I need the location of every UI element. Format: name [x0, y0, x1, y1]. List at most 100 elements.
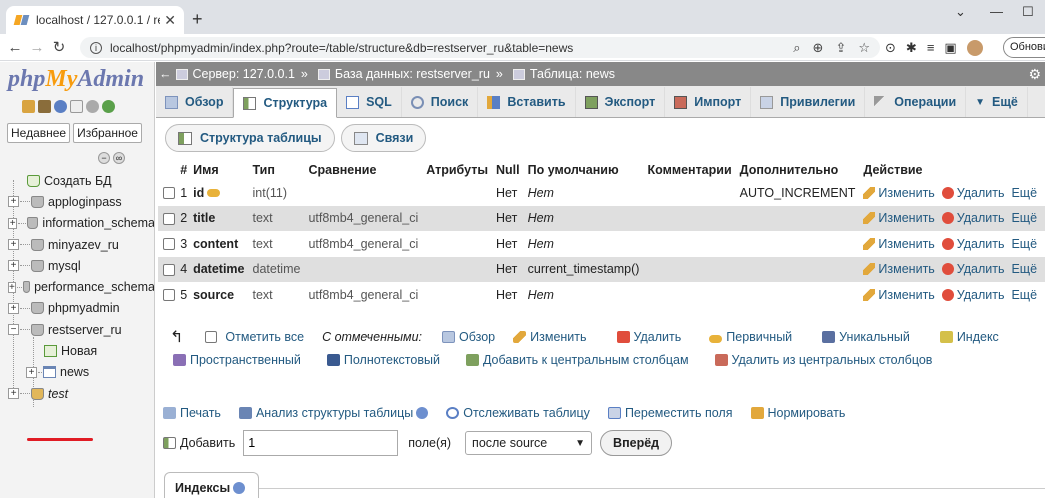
- tree-item-database[interactable]: + test: [0, 383, 154, 404]
- delete-action[interactable]: Удалить: [941, 288, 1005, 302]
- more-action[interactable]: Ещё: [1011, 186, 1037, 200]
- tab-import[interactable]: Импорт: [665, 87, 752, 117]
- add-columns-count-input[interactable]: [243, 430, 399, 456]
- column-position-select[interactable]: после source ▼: [465, 431, 593, 455]
- expand-icon[interactable]: +: [8, 302, 19, 314]
- tree-item-database[interactable]: + information_schema: [0, 213, 154, 234]
- help-icon[interactable]: [54, 100, 67, 113]
- tree-item-database[interactable]: + performance_schema: [0, 276, 154, 297]
- settings-gear-icon[interactable]: ⚙: [1028, 66, 1041, 83]
- collapse-arrow-icon[interactable]: ←: [159, 67, 172, 81]
- expand-icon[interactable]: +: [8, 217, 18, 229]
- exit-icon[interactable]: [38, 100, 51, 113]
- help-icon[interactable]: [233, 482, 246, 494]
- url-field[interactable]: i localhost/phpmyadmin/index.php?route=/…: [80, 37, 880, 58]
- edit-action[interactable]: Изменить: [863, 237, 935, 251]
- print-link[interactable]: Печать: [163, 406, 221, 420]
- tab-insert[interactable]: Вставить: [478, 87, 576, 117]
- recent-tab[interactable]: Недавнее: [7, 123, 71, 143]
- tab-more[interactable]: ▼ Ещё: [966, 87, 1028, 117]
- tree-item-database[interactable]: + mysql: [0, 255, 154, 276]
- zoom-icon[interactable]: ⊕: [813, 40, 824, 56]
- back-arrow-icon[interactable]: ←: [4, 39, 26, 56]
- tab-browse[interactable]: Обзор: [156, 87, 234, 117]
- sidepanel-icon[interactable]: ▣: [944, 40, 956, 56]
- collapse-icon[interactable]: −: [8, 324, 19, 336]
- tab-search[interactable]: Поиск: [402, 87, 479, 117]
- media-icon[interactable]: ≡: [927, 40, 935, 56]
- tab-operations[interactable]: Операции: [865, 87, 967, 117]
- bulk-browse-button[interactable]: Обзор: [442, 330, 495, 344]
- check-all-label[interactable]: Отметить все: [225, 330, 304, 344]
- expand-icon[interactable]: +: [8, 388, 19, 400]
- row-checkbox[interactable]: [163, 212, 176, 225]
- tree-item-database[interactable]: + minyazev_ru: [0, 234, 154, 255]
- edit-action[interactable]: Изменить: [863, 211, 935, 225]
- maximize-button[interactable]: ☐: [1022, 4, 1034, 20]
- row-checkbox[interactable]: [163, 263, 176, 276]
- delete-action[interactable]: Удалить: [941, 186, 1005, 200]
- tree-item-create-db[interactable]: Создать БД: [0, 170, 154, 191]
- close-tab-icon[interactable]: ✕: [164, 12, 176, 29]
- breadcrumb-server[interactable]: Сервер: 127.0.0.1: [193, 67, 295, 81]
- bulk-delete-button[interactable]: Удалить: [616, 330, 681, 344]
- row-checkbox[interactable]: [163, 238, 176, 251]
- extension-icon[interactable]: ⊙: [885, 40, 896, 56]
- help-icon[interactable]: [416, 407, 429, 419]
- update-button[interactable]: Обновить: [1003, 37, 1045, 58]
- bulk-spatial-button[interactable]: Пространственный: [173, 353, 301, 367]
- bulk-add-central-button[interactable]: Добавить к центральным столбцам: [465, 353, 689, 367]
- tab-privileges[interactable]: Привилегии: [751, 87, 866, 117]
- profile-avatar[interactable]: [966, 40, 983, 56]
- bulk-index-button[interactable]: Индекс: [939, 330, 999, 344]
- expand-icon[interactable]: +: [8, 281, 16, 293]
- favorites-tab[interactable]: Избранное: [73, 123, 142, 143]
- more-action[interactable]: Ещё: [1011, 262, 1037, 276]
- tab-export[interactable]: Экспорт: [576, 87, 666, 117]
- home-icon[interactable]: [22, 100, 35, 113]
- settings-gear-icon[interactable]: [86, 100, 99, 113]
- reload-icon[interactable]: ↻: [48, 38, 70, 56]
- expand-icon[interactable]: +: [26, 366, 37, 378]
- track-table-link[interactable]: Отслеживать таблицу: [446, 406, 590, 420]
- delete-action[interactable]: Удалить: [941, 211, 1005, 225]
- tab-structure[interactable]: Структура: [233, 88, 338, 118]
- more-action[interactable]: Ещё: [1011, 237, 1037, 251]
- tree-item-database[interactable]: + phpmyadmin: [0, 298, 154, 319]
- tree-item-database[interactable]: + apploginpass: [0, 191, 154, 212]
- normalize-link[interactable]: Нормировать: [750, 406, 845, 420]
- expand-icon[interactable]: +: [8, 260, 19, 272]
- tree-item-table-news[interactable]: + news: [0, 362, 154, 383]
- new-tab-button[interactable]: +: [192, 9, 203, 30]
- delete-action[interactable]: Удалить: [941, 237, 1005, 251]
- edit-action[interactable]: Изменить: [863, 186, 935, 200]
- forward-arrow-icon[interactable]: →: [26, 39, 48, 56]
- bulk-edit-button[interactable]: Изменить: [513, 330, 587, 344]
- docs-icon[interactable]: [70, 100, 83, 113]
- phpmyadmin-logo[interactable]: phpMyAdmin: [8, 66, 144, 93]
- breadcrumb-database[interactable]: База данных: restserver_ru: [335, 67, 490, 81]
- tab-table-structure[interactable]: Структура таблицы: [165, 124, 335, 152]
- bulk-primary-button[interactable]: Первичный: [709, 330, 792, 344]
- tab-search-chevron-icon[interactable]: ⌄: [955, 4, 966, 20]
- analyze-structure-link[interactable]: Анализ структуры таблицы: [238, 406, 429, 420]
- delete-action[interactable]: Удалить: [941, 262, 1005, 276]
- link-with-main-icon[interactable]: ∞: [113, 152, 125, 164]
- tab-sql[interactable]: SQL: [337, 87, 402, 117]
- collapse-all-icon[interactable]: −: [98, 152, 110, 164]
- tab-relation-view[interactable]: Связи: [340, 124, 427, 152]
- bookmark-star-icon[interactable]: ☆: [858, 40, 870, 56]
- more-action[interactable]: Ещё: [1011, 288, 1037, 302]
- site-info-icon[interactable]: i: [90, 41, 102, 54]
- check-all-checkbox[interactable]: [205, 331, 218, 343]
- puzzle-icon[interactable]: ✱: [906, 40, 917, 56]
- search-lens-icon[interactable]: ⌕: [793, 40, 800, 56]
- row-checkbox[interactable]: [163, 187, 176, 200]
- expand-icon[interactable]: +: [8, 196, 19, 208]
- row-checkbox[interactable]: [163, 289, 176, 302]
- bulk-fulltext-button[interactable]: Полнотекстовый: [326, 353, 440, 367]
- expand-icon[interactable]: +: [8, 239, 19, 251]
- share-icon[interactable]: ⇪: [835, 40, 846, 56]
- more-action[interactable]: Ещё: [1011, 211, 1037, 225]
- edit-action[interactable]: Изменить: [863, 288, 935, 302]
